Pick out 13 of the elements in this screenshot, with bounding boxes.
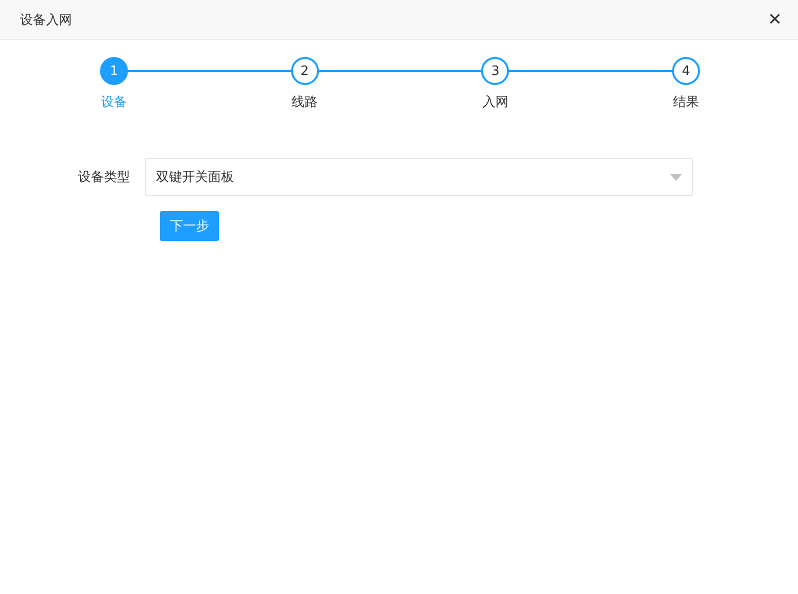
step-label: 结果 bbox=[673, 94, 700, 111]
step-number: 4 bbox=[672, 57, 700, 85]
step-number: 3 bbox=[481, 57, 510, 85]
window-title: 设备入网 bbox=[20, 12, 72, 28]
step-label: 设备 bbox=[101, 94, 127, 111]
close-button[interactable]: ✕ bbox=[764, 10, 786, 30]
device-type-dropdown[interactable]: 双键开关面板 bbox=[145, 158, 693, 196]
step-number: 2 bbox=[290, 57, 319, 85]
step-label: 线路 bbox=[292, 94, 318, 111]
field-label: 设备类型 bbox=[77, 169, 131, 186]
step-number: 1 bbox=[100, 57, 128, 85]
caret-icon bbox=[670, 174, 682, 180]
step-label: 入网 bbox=[482, 94, 508, 111]
